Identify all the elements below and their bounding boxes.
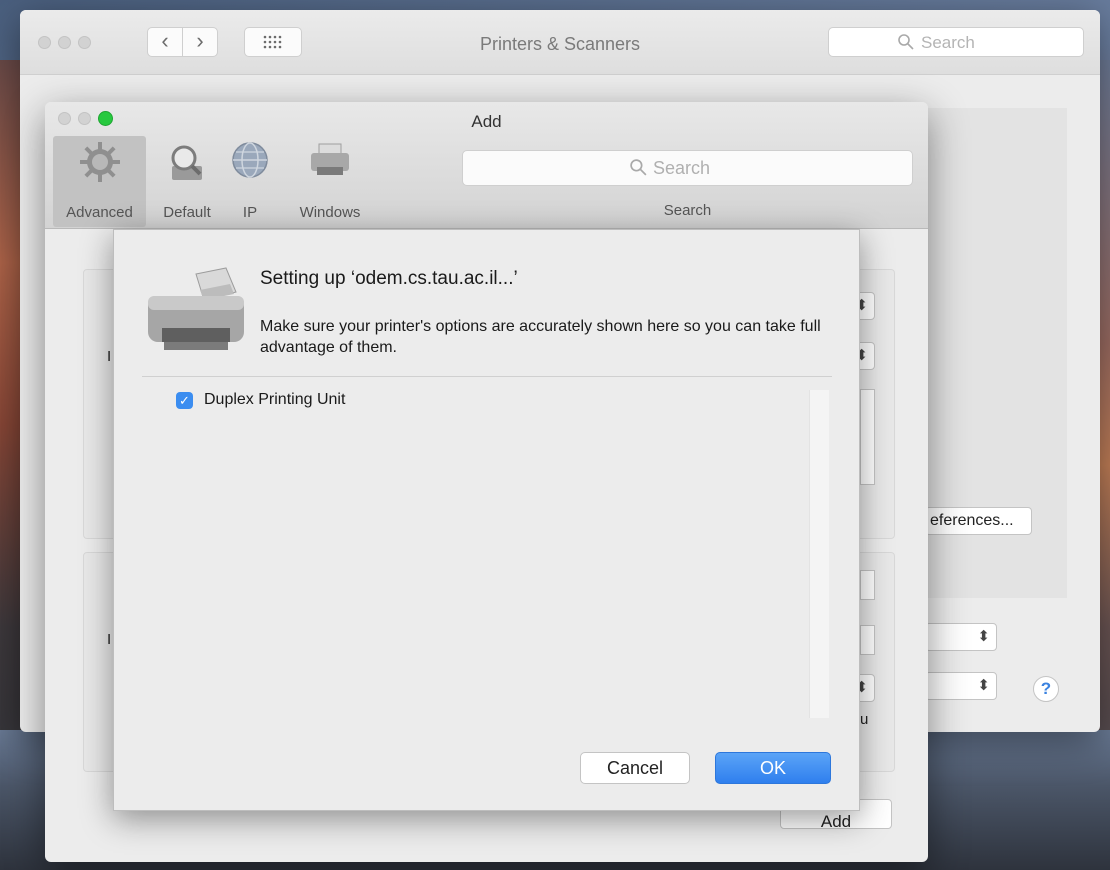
toolbar-search-label: Search <box>663 202 712 219</box>
updown-chevron-icon: ⬍ <box>977 677 990 694</box>
divider <box>142 376 832 377</box>
gear-icon <box>79 142 120 182</box>
main-titlebar: ‹ › Printers & Scanners Search <box>20 10 1100 75</box>
search-placeholder: Search <box>921 33 975 52</box>
toolbar-ip[interactable]: IP <box>225 136 275 227</box>
printer-icon <box>148 267 244 350</box>
toolbar-advanced-label: Advanced <box>66 204 133 221</box>
options-scrollbar[interactable] <box>809 390 829 718</box>
printer-icon <box>311 143 349 175</box>
duplex-checkbox[interactable]: ✓ <box>176 392 193 409</box>
partial-label: I <box>107 348 112 365</box>
search-icon <box>630 159 647 176</box>
partial-label: u <box>860 711 869 728</box>
updown-chevron-icon: ⬍ <box>977 628 990 645</box>
options-supplies-button[interactable]: eferences... <box>925 507 1032 535</box>
printer-search-field[interactable]: Search <box>462 150 913 186</box>
default-printer-popup[interactable]: ⬍ <box>925 623 997 651</box>
main-search-field[interactable]: Search <box>828 27 1084 57</box>
toolbar-windows[interactable]: Windows <box>287 136 373 227</box>
option-label: Duplex Printing Unit <box>204 391 346 408</box>
search-icon <box>898 34 914 50</box>
ok-button[interactable]: OK <box>715 752 831 784</box>
printer-setup-sheet: Setting up ‘odem.cs.tau.ac.il...’ Make s… <box>113 229 860 811</box>
add-toolbar: Add Advanced Default IP Windows Search S… <box>45 102 928 229</box>
toolbar-ip-label: IP <box>242 204 258 221</box>
name-field[interactable] <box>860 570 875 600</box>
magnifier-printer-icon <box>171 145 202 180</box>
partial-label: I <box>107 631 112 648</box>
toolbar-windows-label: Windows <box>299 204 361 221</box>
search-placeholder: Search <box>653 158 711 178</box>
toolbar-advanced[interactable]: Advanced <box>53 136 146 227</box>
location-field[interactable] <box>860 625 875 655</box>
default-paper-popup[interactable]: ⬍ <box>925 672 997 700</box>
address-list[interactable] <box>860 389 875 485</box>
cancel-button[interactable]: Cancel <box>580 752 690 784</box>
sheet-title: Setting up ‘odem.cs.tau.ac.il...’ <box>260 268 518 289</box>
toolbar-default-label: Default <box>163 204 211 221</box>
help-button[interactable]: ? <box>1033 676 1059 702</box>
add-window-title: Add <box>471 112 502 131</box>
toolbar-default[interactable]: Default <box>152 136 222 227</box>
globe-icon <box>232 142 268 178</box>
sheet-description: Make sure your printer's options are acc… <box>260 318 821 356</box>
